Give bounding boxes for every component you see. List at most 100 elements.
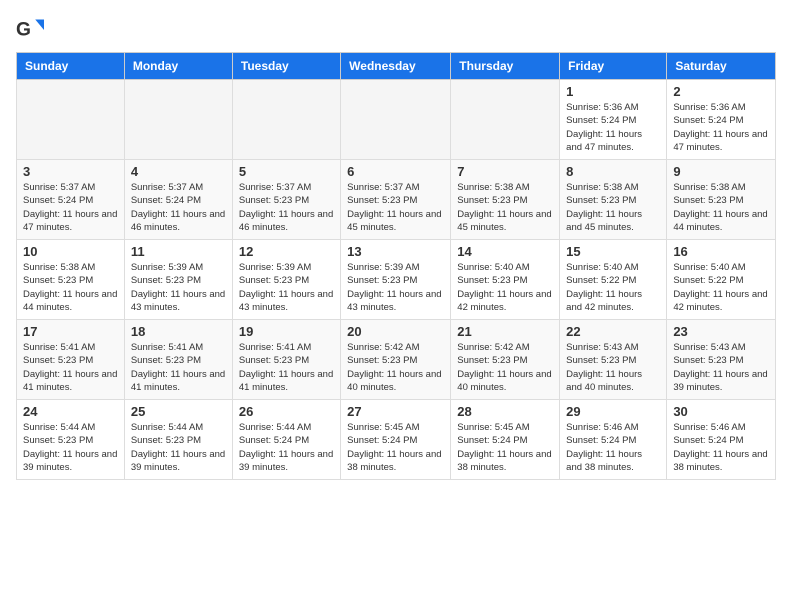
- day-number: 6: [347, 164, 444, 179]
- day-info: Sunrise: 5:45 AM Sunset: 5:24 PM Dayligh…: [457, 421, 553, 474]
- day-number: 12: [239, 244, 334, 259]
- calendar-cell: 22 Sunrise: 5:43 AM Sunset: 5:23 PM Dayli…: [560, 320, 667, 400]
- day-number: 16: [673, 244, 769, 259]
- calendar-cell: 16 Sunrise: 5:40 AM Sunset: 5:22 PM Dayli…: [667, 240, 776, 320]
- calendar-cell: 1 Sunrise: 5:36 AM Sunset: 5:24 PM Daylig…: [560, 80, 667, 160]
- day-info: Sunrise: 5:38 AM Sunset: 5:23 PM Dayligh…: [23, 261, 118, 314]
- weekday-header-saturday: Saturday: [667, 53, 776, 80]
- day-number: 14: [457, 244, 553, 259]
- day-number: 24: [23, 404, 118, 419]
- calendar-cell: 28 Sunrise: 5:45 AM Sunset: 5:24 PM Dayli…: [451, 400, 560, 480]
- day-info: Sunrise: 5:40 AM Sunset: 5:23 PM Dayligh…: [457, 261, 553, 314]
- calendar-cell: 29Sunrise: 5:46 AM Sunset: 5:24 PM Dayli…: [560, 400, 667, 480]
- weekday-header-wednesday: Wednesday: [341, 53, 451, 80]
- header: G: [16, 16, 776, 44]
- day-number: 3: [23, 164, 118, 179]
- calendar-week-4: 17Sunrise: 5:41 AM Sunset: 5:23 PM Dayli…: [17, 320, 776, 400]
- calendar-cell: 8 Sunrise: 5:38 AM Sunset: 5:23 PM Daylig…: [560, 160, 667, 240]
- calendar-cell: 5 Sunrise: 5:37 AM Sunset: 5:23 PM Daylig…: [232, 160, 340, 240]
- day-number: 7: [457, 164, 553, 179]
- day-info: Sunrise: 5:46 AM Sunset: 5:24 PM Dayligh…: [673, 421, 769, 474]
- day-number: 11: [131, 244, 226, 259]
- day-info: Sunrise: 5:39 AM Sunset: 5:23 PM Dayligh…: [131, 261, 226, 314]
- day-info: Sunrise: 5:36 AM Sunset: 5:24 PM Dayligh…: [566, 101, 660, 154]
- calendar-cell: [341, 80, 451, 160]
- calendar-cell: 3 Sunrise: 5:37 AM Sunset: 5:24 PM Daylig…: [17, 160, 125, 240]
- calendar-cell: 6Sunrise: 5:37 AM Sunset: 5:23 PM Daylig…: [341, 160, 451, 240]
- day-info: Sunrise: 5:37 AM Sunset: 5:24 PM Dayligh…: [131, 181, 226, 234]
- day-number: 22: [566, 324, 660, 339]
- weekday-header-sunday: Sunday: [17, 53, 125, 80]
- day-info: Sunrise: 5:41 AM Sunset: 5:23 PM Dayligh…: [131, 341, 226, 394]
- calendar-cell: 10 Sunrise: 5:38 AM Sunset: 5:23 PM Dayli…: [17, 240, 125, 320]
- day-number: 26: [239, 404, 334, 419]
- day-number: 23: [673, 324, 769, 339]
- day-number: 10: [23, 244, 118, 259]
- day-info: Sunrise: 5:44 AM Sunset: 5:23 PM Dayligh…: [131, 421, 226, 474]
- calendar-cell: 17Sunrise: 5:41 AM Sunset: 5:23 PM Dayli…: [17, 320, 125, 400]
- day-number: 18: [131, 324, 226, 339]
- weekday-header-thursday: Thursday: [451, 53, 560, 80]
- calendar-cell: [451, 80, 560, 160]
- day-info: Sunrise: 5:40 AM Sunset: 5:22 PM Dayligh…: [673, 261, 769, 314]
- calendar-cell: 13 Sunrise: 5:39 AM Sunset: 5:23 PM Dayli…: [341, 240, 451, 320]
- day-number: 13: [347, 244, 444, 259]
- calendar-cell: 12Sunrise: 5:39 AM Sunset: 5:23 PM Dayli…: [232, 240, 340, 320]
- day-number: 1: [566, 84, 660, 99]
- svg-text:G: G: [16, 19, 31, 40]
- calendar-cell: 25 Sunrise: 5:44 AM Sunset: 5:23 PM Dayli…: [124, 400, 232, 480]
- calendar-week-2: 3 Sunrise: 5:37 AM Sunset: 5:24 PM Daylig…: [17, 160, 776, 240]
- weekday-header-row: SundayMondayTuesdayWednesdayThursdayFrid…: [17, 53, 776, 80]
- day-number: 28: [457, 404, 553, 419]
- calendar-cell: [17, 80, 125, 160]
- day-number: 5: [239, 164, 334, 179]
- calendar-cell: 9 Sunrise: 5:38 AM Sunset: 5:23 PM Daylig…: [667, 160, 776, 240]
- day-info: Sunrise: 5:36 AM Sunset: 5:24 PM Dayligh…: [673, 101, 769, 154]
- day-info: Sunrise: 5:39 AM Sunset: 5:23 PM Dayligh…: [347, 261, 444, 314]
- calendar-cell: 19Sunrise: 5:41 AM Sunset: 5:23 PM Dayli…: [232, 320, 340, 400]
- day-info: Sunrise: 5:38 AM Sunset: 5:23 PM Dayligh…: [566, 181, 660, 234]
- calendar-cell: 24 Sunrise: 5:44 AM Sunset: 5:23 PM Dayli…: [17, 400, 125, 480]
- calendar-week-1: 1 Sunrise: 5:36 AM Sunset: 5:24 PM Daylig…: [17, 80, 776, 160]
- day-number: 21: [457, 324, 553, 339]
- day-info: Sunrise: 5:37 AM Sunset: 5:23 PM Dayligh…: [239, 181, 334, 234]
- day-number: 30: [673, 404, 769, 419]
- logo-icon: G: [16, 16, 44, 44]
- calendar-cell: 7 Sunrise: 5:38 AM Sunset: 5:23 PM Daylig…: [451, 160, 560, 240]
- day-number: 25: [131, 404, 226, 419]
- calendar-cell: 2 Sunrise: 5:36 AM Sunset: 5:24 PM Daylig…: [667, 80, 776, 160]
- calendar-cell: 27Sunrise: 5:45 AM Sunset: 5:24 PM Dayli…: [341, 400, 451, 480]
- day-info: Sunrise: 5:44 AM Sunset: 5:23 PM Dayligh…: [23, 421, 118, 474]
- day-number: 2: [673, 84, 769, 99]
- day-number: 15: [566, 244, 660, 259]
- logo: G: [16, 16, 48, 44]
- calendar-week-5: 24 Sunrise: 5:44 AM Sunset: 5:23 PM Dayli…: [17, 400, 776, 480]
- weekday-header-friday: Friday: [560, 53, 667, 80]
- calendar-week-3: 10 Sunrise: 5:38 AM Sunset: 5:23 PM Dayli…: [17, 240, 776, 320]
- calendar-cell: 20Sunrise: 5:42 AM Sunset: 5:23 PM Dayli…: [341, 320, 451, 400]
- calendar-cell: 4 Sunrise: 5:37 AM Sunset: 5:24 PM Daylig…: [124, 160, 232, 240]
- day-info: Sunrise: 5:42 AM Sunset: 5:23 PM Dayligh…: [347, 341, 444, 394]
- calendar-cell: 15 Sunrise: 5:40 AM Sunset: 5:22 PM Dayli…: [560, 240, 667, 320]
- day-info: Sunrise: 5:42 AM Sunset: 5:23 PM Dayligh…: [457, 341, 553, 394]
- day-number: 4: [131, 164, 226, 179]
- weekday-header-monday: Monday: [124, 53, 232, 80]
- calendar-cell: [124, 80, 232, 160]
- day-info: Sunrise: 5:38 AM Sunset: 5:23 PM Dayligh…: [673, 181, 769, 234]
- calendar-cell: [232, 80, 340, 160]
- day-info: Sunrise: 5:37 AM Sunset: 5:24 PM Dayligh…: [23, 181, 118, 234]
- day-number: 27: [347, 404, 444, 419]
- calendar-cell: 30 Sunrise: 5:46 AM Sunset: 5:24 PM Dayli…: [667, 400, 776, 480]
- day-info: Sunrise: 5:46 AM Sunset: 5:24 PM Dayligh…: [566, 421, 660, 474]
- day-info: Sunrise: 5:38 AM Sunset: 5:23 PM Dayligh…: [457, 181, 553, 234]
- day-number: 19: [239, 324, 334, 339]
- day-info: Sunrise: 5:41 AM Sunset: 5:23 PM Dayligh…: [23, 341, 118, 394]
- day-number: 8: [566, 164, 660, 179]
- calendar-cell: 26Sunrise: 5:44 AM Sunset: 5:24 PM Dayli…: [232, 400, 340, 480]
- day-info: Sunrise: 5:43 AM Sunset: 5:23 PM Dayligh…: [566, 341, 660, 394]
- day-number: 9: [673, 164, 769, 179]
- calendar-cell: 11 Sunrise: 5:39 AM Sunset: 5:23 PM Dayli…: [124, 240, 232, 320]
- weekday-header-tuesday: Tuesday: [232, 53, 340, 80]
- calendar-table: SundayMondayTuesdayWednesdayThursdayFrid…: [16, 52, 776, 480]
- day-info: Sunrise: 5:40 AM Sunset: 5:22 PM Dayligh…: [566, 261, 660, 314]
